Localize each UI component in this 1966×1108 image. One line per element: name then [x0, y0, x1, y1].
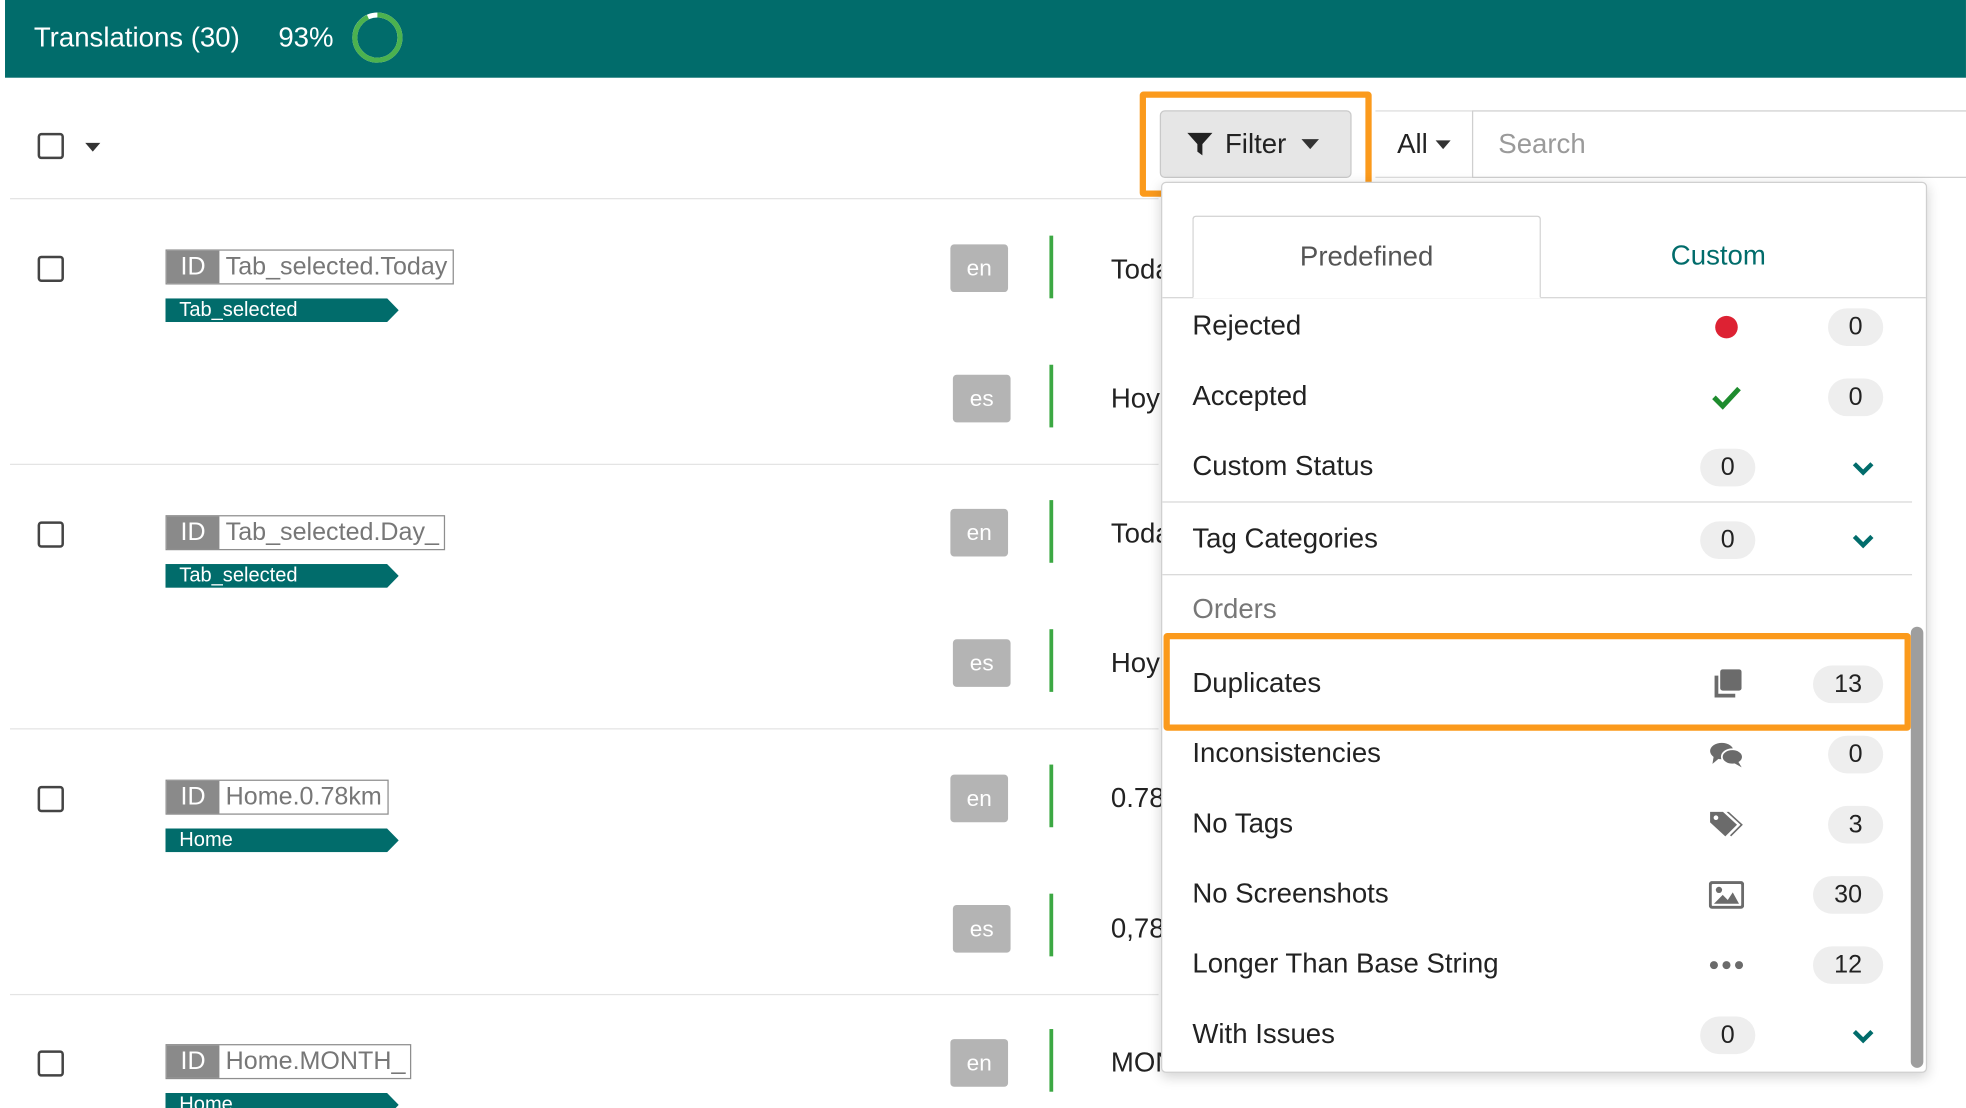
filter-item-no-screenshots[interactable]: No Screenshots 30	[1162, 860, 1914, 930]
filter-item-tag-categories[interactable]: Tag Categories 0	[1162, 505, 1914, 575]
lang-badge: en	[950, 1039, 1009, 1087]
status-bar	[1049, 893, 1054, 957]
filter-item-label: Longer Than Base String	[1192, 947, 1499, 979]
filter-item-with-issues[interactable]: With Issues 0	[1162, 1000, 1914, 1070]
comments-icon	[1709, 737, 1744, 772]
divider	[10, 198, 1159, 200]
count-badge: 0	[1828, 378, 1884, 417]
filter-item-label: Tag Categories	[1192, 522, 1378, 555]
id-label: ID	[166, 1045, 220, 1078]
translations-title: Translations (30)	[33, 21, 240, 53]
string-id-value: Home.0.78km	[225, 783, 382, 811]
count-badge: 3	[1828, 805, 1884, 844]
image-icon	[1708, 877, 1745, 912]
row-checkbox[interactable]	[37, 785, 64, 813]
search-input[interactable]	[1471, 110, 1966, 178]
filter-item-label: Custom Status	[1192, 449, 1374, 482]
filter-item-longer-than-base-string[interactable]: Longer Than Base String 12	[1162, 930, 1914, 1000]
orders-section-title: Orders	[1192, 592, 1277, 625]
ellipsis-icon	[1709, 948, 1744, 983]
lang-badge: en	[950, 774, 1009, 823]
row-checkbox[interactable]	[37, 521, 64, 548]
filter-tabs: Predefined Custom	[1162, 183, 1926, 299]
all-dropdown[interactable]: All	[1375, 110, 1472, 178]
select-all-checkbox[interactable]	[37, 132, 64, 160]
check-icon	[1709, 380, 1744, 415]
duplicates-highlight	[1163, 632, 1911, 731]
filter-dropdown: Predefined Custom Rejected 0 Accepted 0 …	[1161, 181, 1928, 1073]
status-bar	[1049, 235, 1054, 299]
divider	[10, 993, 1159, 996]
filter-item-rejected[interactable]: Rejected 0	[1162, 292, 1914, 362]
lang-badge: en	[950, 244, 1009, 293]
count-badge: 12	[1812, 946, 1884, 984]
status-bar	[1049, 629, 1054, 692]
count-badge: 0	[1700, 448, 1756, 487]
filter-item-no-tags[interactable]: No Tags 3	[1162, 790, 1914, 860]
filter-item-label: Rejected	[1192, 309, 1302, 341]
lang-badge: en	[950, 508, 1009, 557]
all-dropdown-label: All	[1397, 127, 1428, 160]
progress-ring	[352, 12, 403, 63]
divider	[1162, 501, 1913, 503]
divider	[10, 463, 1159, 466]
row-checkbox[interactable]	[37, 1050, 64, 1077]
translation-text[interactable]: 0,78	[1111, 912, 1165, 945]
translation-text[interactable]: 0.78	[1111, 782, 1165, 815]
tag-badge[interactable]: Home	[165, 1092, 399, 1108]
status-bar	[1049, 364, 1054, 428]
filter-item-label: With Issues	[1192, 1017, 1335, 1050]
filter-item-label: No Screenshots	[1192, 877, 1389, 909]
string-id-value: Tab_selected.Today	[225, 253, 448, 281]
id-label: ID	[166, 250, 220, 284]
filter-item-label: Inconsistencies	[1192, 736, 1381, 769]
chevron-down-icon[interactable]	[1849, 455, 1877, 483]
count-badge: 0	[1700, 1016, 1756, 1055]
select-options-caret-icon[interactable]	[85, 142, 101, 152]
tag-badge[interactable]: Tab_selected	[165, 564, 399, 588]
status-bar	[1049, 764, 1054, 828]
red-dot-icon	[1709, 310, 1744, 345]
status-bar	[1049, 1029, 1054, 1092]
tab-predefined[interactable]: Predefined	[1192, 215, 1541, 299]
string-id[interactable]: ID Home.0.78km	[165, 779, 389, 815]
progress-percent: 93%	[278, 21, 334, 53]
lang-badge: es	[952, 374, 1011, 423]
string-id-value: Tab_selected.Day_	[225, 518, 439, 547]
string-id[interactable]: ID Tab_selected.Today	[165, 249, 454, 285]
lang-badge: es	[952, 904, 1011, 953]
filter-item-custom-status[interactable]: Custom Status 0	[1162, 432, 1914, 502]
count-badge: 0	[1828, 308, 1884, 346]
divider	[10, 728, 1159, 730]
string-id[interactable]: ID Home.MONTH_	[165, 1044, 412, 1080]
filter-item-label: Accepted	[1192, 379, 1308, 412]
count-badge: 0	[1828, 735, 1884, 774]
filter-item-label: No Tags	[1192, 807, 1294, 839]
divider	[1162, 574, 1913, 576]
id-label: ID	[166, 780, 220, 814]
tag-badge[interactable]: Home	[165, 828, 399, 853]
string-id-value: Home.MONTH_	[225, 1047, 406, 1076]
lang-badge: es	[952, 639, 1011, 687]
tag-badge[interactable]: Tab_selected	[165, 298, 399, 323]
chevron-down-icon[interactable]	[1849, 1023, 1877, 1051]
count-badge: 0	[1700, 521, 1756, 560]
top-bar: Translations (30) 93%	[5, 0, 1966, 78]
filter-item-accepted[interactable]: Accepted 0	[1162, 362, 1914, 432]
tags-icon	[1709, 807, 1744, 842]
count-badge: 30	[1812, 876, 1884, 914]
id-label: ID	[166, 516, 220, 549]
string-id[interactable]: ID Tab_selected.Day_	[165, 515, 446, 551]
chevron-down-icon[interactable]	[1849, 528, 1877, 556]
dropdown-scrollbar[interactable]	[1910, 626, 1924, 1068]
chevron-down-icon	[1435, 139, 1451, 149]
row-checkbox[interactable]	[37, 255, 64, 283]
status-bar	[1049, 500, 1054, 563]
translation-text[interactable]: Hoy	[1111, 647, 1160, 680]
tab-custom[interactable]: Custom	[1541, 216, 1896, 299]
translation-text[interactable]: Hoy	[1111, 382, 1160, 415]
